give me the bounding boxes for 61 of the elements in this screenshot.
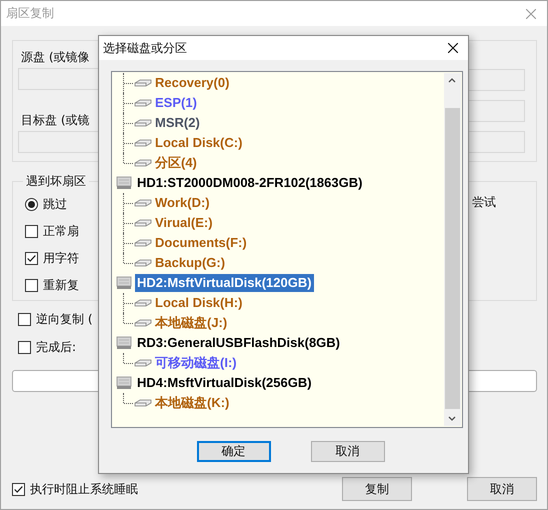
disk-label[interactable]: HD1:ST2000DM008-2FR102(1863GB) <box>135 174 364 192</box>
dialog-button[interactable]: 取消 <box>310 441 384 462</box>
dialog-button[interactable]: 取消 <box>467 477 537 501</box>
option-label: 用字符 <box>43 250 79 266</box>
partition-label[interactable]: Documents(F:) <box>155 234 247 252</box>
partition-label[interactable]: MSR(2) <box>155 114 200 132</box>
field-label: 源盘 (或镜像 <box>21 49 90 65</box>
checkbox[interactable] <box>25 224 38 238</box>
drive-icon <box>134 319 152 327</box>
partition-label[interactable]: 可移动磁盘(I:) <box>155 354 237 372</box>
checkbox[interactable] <box>25 252 38 264</box>
partition-label[interactable]: 本地磁盘(J:) <box>155 314 228 332</box>
hard-disk-icon <box>116 335 132 351</box>
partition-label[interactable]: Local Disk(C:) <box>155 134 242 152</box>
scrollbar[interactable] <box>444 73 461 426</box>
drive-icon <box>134 99 152 107</box>
partition-label[interactable]: Recovery(0) <box>155 74 230 92</box>
partition-label[interactable]: Local Disk(H:) <box>155 294 242 312</box>
disk-label[interactable]: HD2:MsftVirtualDisk(120GB) <box>135 274 314 292</box>
drive-icon <box>134 399 152 407</box>
drive-icon <box>134 359 152 367</box>
drive-icon <box>134 239 152 247</box>
checkbox[interactable] <box>25 278 38 292</box>
option-label: 逆向复制 ( <box>36 311 92 327</box>
drive-icon <box>134 219 152 227</box>
option-label: 执行时阻止系统睡眠 <box>30 481 138 497</box>
partition-label[interactable]: 分区(4) <box>155 154 197 172</box>
disk-label[interactable]: HD4:MsftVirtualDisk(256GB) <box>135 374 314 392</box>
option-label: 正常扇 <box>43 223 79 239</box>
drive-icon <box>134 79 152 87</box>
dialog-button[interactable]: 确定 <box>196 441 270 462</box>
partition-label[interactable]: Backup(G:) <box>155 254 226 272</box>
drive-icon <box>134 259 152 267</box>
group-title: 遇到坏扇区 <box>23 173 89 189</box>
field-label: 目标盘 (或镜 <box>21 112 90 128</box>
partition-label[interactable]: 本地磁盘(K:) <box>155 394 230 412</box>
partition-label[interactable]: Virual(E:) <box>155 214 213 232</box>
drive-icon <box>134 159 152 167</box>
hard-disk-icon <box>116 375 132 391</box>
drive-icon <box>134 199 152 207</box>
radio-button[interactable] <box>25 198 38 210</box>
option-label: 重新复 <box>43 277 79 293</box>
partition-label[interactable]: ESP(1) <box>155 94 197 112</box>
partition-label[interactable]: Work(D:) <box>155 194 210 212</box>
window-title: 扇区复制 <box>6 5 54 22</box>
checkbox[interactable] <box>12 482 25 496</box>
option-label: 完成后: <box>36 339 76 355</box>
drive-icon <box>134 299 152 307</box>
dialog-title: 选择磁盘或分区 <box>103 40 187 56</box>
dialog-button[interactable]: 复制 <box>342 477 412 501</box>
drive-icon <box>134 119 152 127</box>
checkbox[interactable] <box>18 312 31 326</box>
scrollbar-thumb[interactable] <box>445 108 460 409</box>
disk-label[interactable]: RD3:GeneralUSBFlashDisk(8GB) <box>135 334 342 352</box>
option-label: 跳过 <box>43 196 67 212</box>
checkbox[interactable] <box>18 340 31 354</box>
close-icon[interactable] <box>448 43 458 53</box>
hard-disk-icon <box>116 175 132 191</box>
option-label: 尝试 <box>472 195 496 209</box>
drive-icon <box>134 139 152 147</box>
hard-disk-icon <box>116 275 132 291</box>
